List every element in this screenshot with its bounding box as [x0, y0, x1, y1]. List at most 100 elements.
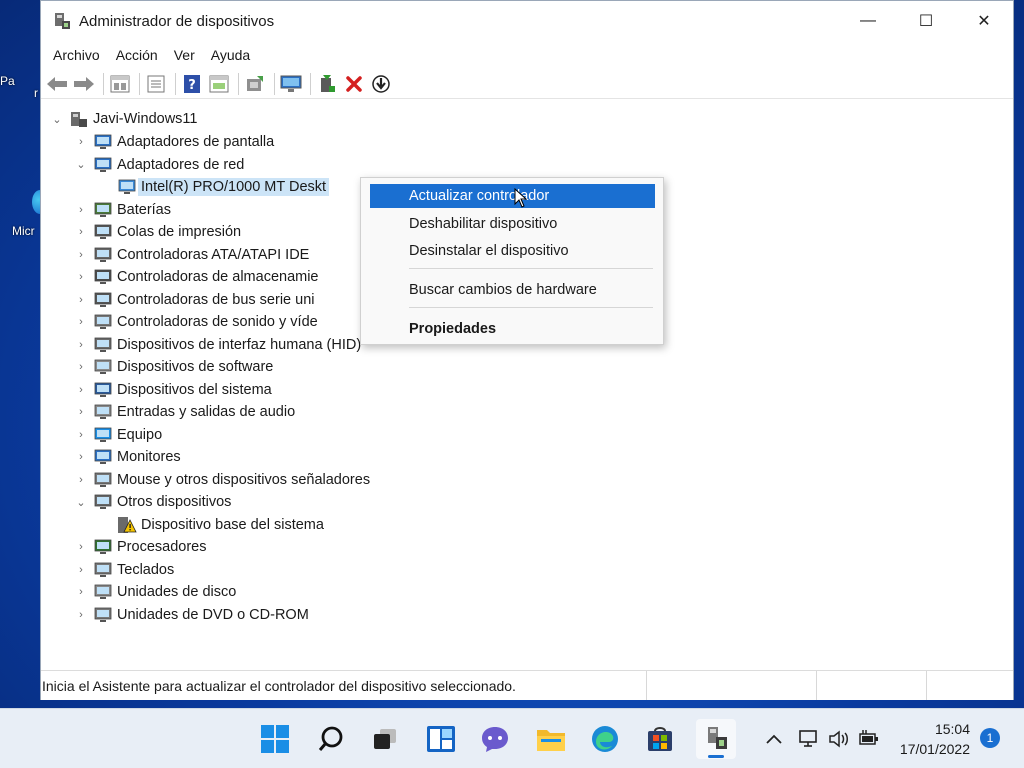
- expand-chevron-icon[interactable]: ›: [73, 226, 89, 238]
- collapse-chevron-icon[interactable]: ⌄: [73, 496, 89, 509]
- device-manager-taskbar-button[interactable]: [696, 719, 736, 759]
- tree-item-label: Controladoras de bus serie uni: [117, 291, 315, 308]
- menu-item-label: Actualizar controlador: [409, 188, 550, 204]
- device-category-icon: [93, 493, 113, 511]
- minimize-button[interactable]: —: [839, 1, 897, 41]
- expand-chevron-icon[interactable]: ›: [73, 136, 89, 148]
- notification-badge[interactable]: 1: [980, 728, 1000, 748]
- enable-device-button[interactable]: [315, 72, 339, 96]
- task-view-button[interactable]: [365, 719, 405, 759]
- tree-category-row[interactable]: › Baterías: [73, 199, 171, 221]
- expand-chevron-icon[interactable]: ›: [73, 339, 89, 351]
- expand-chevron-icon[interactable]: ›: [73, 609, 89, 621]
- tree-category-row[interactable]: › Adaptadores de pantalla: [73, 131, 274, 153]
- menu-item-uninstall-device[interactable]: Desinstalar el dispositivo: [370, 239, 655, 263]
- tree-category-row[interactable]: › Monitores: [73, 446, 181, 468]
- tree-category-row[interactable]: › Equipo: [73, 424, 162, 446]
- tree-category-row[interactable]: › Mouse y otros dispositivos señaladores: [73, 469, 370, 491]
- title-bar[interactable]: Administrador de dispositivos — ☐ ✕: [41, 1, 1013, 41]
- tree-category-row[interactable]: › Colas de impresión: [73, 221, 241, 243]
- expand-chevron-icon[interactable]: ›: [73, 451, 89, 463]
- volume-tray-button[interactable]: [826, 727, 852, 751]
- menu-item-properties[interactable]: Propiedades: [370, 317, 655, 341]
- update-driver-button[interactable]: [243, 72, 267, 96]
- collapse-chevron-icon[interactable]: ⌄: [73, 158, 89, 171]
- menu-item-label: Deshabilitar dispositivo: [409, 216, 558, 232]
- tree-category-row[interactable]: › Procesadores: [73, 536, 206, 558]
- tree-category-row[interactable]: › Controladoras ATA/ATAPI IDE: [73, 244, 309, 266]
- tray-overflow-button[interactable]: [761, 727, 787, 751]
- tree-category-row[interactable]: › Controladoras de bus serie uni: [73, 289, 314, 311]
- edge-desktop-shortcut[interactable]: Micr: [0, 190, 48, 238]
- menu-archivo[interactable]: Archivo: [45, 47, 108, 63]
- maximize-button[interactable]: ☐: [897, 1, 955, 41]
- uninstall-device-icon: [346, 75, 362, 92]
- menu-item-update-driver[interactable]: Actualizar controlador: [370, 184, 655, 208]
- expand-chevron-icon[interactable]: ›: [73, 586, 89, 598]
- properties-button[interactable]: [108, 72, 132, 96]
- tree-item-label: Monitores: [117, 449, 181, 465]
- expand-chevron-icon[interactable]: ›: [73, 384, 89, 396]
- tree-category-row[interactable]: › Unidades de DVD o CD-ROM: [73, 604, 309, 626]
- expand-chevron-icon[interactable]: ›: [73, 429, 89, 441]
- devices-view-button[interactable]: [144, 72, 168, 96]
- device-category-icon: [93, 561, 113, 579]
- file-explorer-button[interactable]: [531, 719, 571, 759]
- expand-chevron-icon[interactable]: ›: [73, 406, 89, 418]
- menu-ayuda[interactable]: Ayuda: [203, 47, 258, 63]
- expand-chevron-icon[interactable]: ›: [73, 564, 89, 576]
- tree-item-label: Controladoras de sonido y víde: [117, 314, 318, 330]
- expand-chevron-icon[interactable]: ›: [73, 271, 89, 283]
- tree-item-label: Controladoras ATA/ATAPI IDE: [117, 246, 310, 263]
- tree-item-label: Dispositivo base del sistema: [141, 516, 324, 533]
- tree-category-row[interactable]: › Entradas y salidas de audio: [73, 401, 295, 423]
- tree-device-row[interactable]: Intel(R) PRO/1000 MT Deskt: [113, 176, 330, 198]
- expand-chevron-icon[interactable]: ›: [73, 474, 89, 486]
- expand-chevron-icon[interactable]: ›: [73, 541, 89, 553]
- uninstall-device-button[interactable]: [342, 72, 366, 96]
- tree-item-label: Controladoras de almacenamie: [117, 269, 319, 285]
- tree-root[interactable]: ⌄ Javi-Windows11: [49, 108, 198, 130]
- disable-device-icon: [372, 74, 390, 93]
- edge-browser-button[interactable]: [585, 719, 625, 759]
- tree-category-row[interactable]: › Controladoras de sonido y víde: [73, 311, 318, 333]
- expand-chevron-icon[interactable]: ›: [73, 204, 89, 216]
- menu-accion[interactable]: Acción: [108, 47, 166, 63]
- menu-item-label: Propiedades: [409, 321, 497, 337]
- battery-tray-button[interactable]: [856, 727, 882, 751]
- tree-category-row[interactable]: › Dispositivos del sistema: [73, 379, 272, 401]
- expand-chevron-icon[interactable]: ›: [73, 294, 89, 306]
- menu-item-scan-hardware[interactable]: Buscar cambios de hardware: [370, 278, 655, 302]
- expand-chevron-icon[interactable]: ›: [73, 249, 89, 261]
- menu-item-disable-device[interactable]: Deshabilitar dispositivo: [370, 212, 655, 236]
- menu-ver[interactable]: Ver: [166, 47, 203, 63]
- help-button[interactable]: ?: [180, 72, 204, 96]
- tree-category-row[interactable]: › Teclados: [73, 559, 174, 581]
- chat-button[interactable]: [475, 719, 515, 759]
- back-button[interactable]: [45, 72, 69, 96]
- device-manager-app-icon: [53, 12, 71, 30]
- tree-category-row[interactable]: › Controladoras de almacenamie: [73, 266, 319, 288]
- expand-chevron-icon[interactable]: ›: [73, 361, 89, 373]
- start-button[interactable]: [255, 719, 295, 759]
- forward-button[interactable]: [72, 72, 96, 96]
- desktop-shortcut[interactable]: Pa r: [0, 70, 40, 100]
- clock[interactable]: 15:04 17/01/2022: [880, 719, 970, 759]
- disable-device-button[interactable]: [369, 72, 393, 96]
- search-button[interactable]: [311, 719, 351, 759]
- tree-category-row[interactable]: ⌄ Adaptadores de red: [73, 154, 244, 176]
- tree-device-row[interactable]: Dispositivo base del sistema: [113, 514, 324, 536]
- show-hidden-button[interactable]: [207, 72, 231, 96]
- tree-item-label: Adaptadores de red: [117, 156, 245, 173]
- tree-category-row[interactable]: › Dispositivos de interfaz humana (HID): [73, 334, 361, 356]
- widgets-button[interactable]: [421, 719, 461, 759]
- tree-category-row[interactable]: ⌄ Otros dispositivos: [73, 491, 231, 513]
- close-button[interactable]: ✕: [955, 1, 1013, 41]
- collapse-chevron-icon[interactable]: ⌄: [49, 113, 65, 126]
- scan-hardware-button[interactable]: [279, 72, 303, 96]
- expand-chevron-icon[interactable]: ›: [73, 316, 89, 328]
- store-button[interactable]: [640, 719, 680, 759]
- network-tray-button[interactable]: [796, 727, 822, 751]
- tree-category-row[interactable]: › Unidades de disco: [73, 581, 236, 603]
- tree-category-row[interactable]: › Dispositivos de software: [73, 356, 273, 378]
